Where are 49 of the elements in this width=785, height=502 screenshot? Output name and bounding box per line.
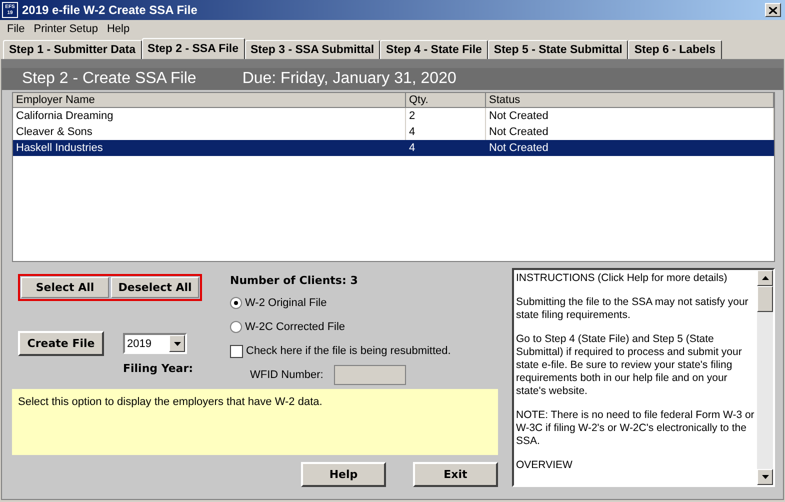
window-title: 2019 e-file W-2 Create SSA File <box>22 3 198 17</box>
menu-item[interactable]: File <box>7 23 25 35</box>
wfid-label: WFID Number: <box>250 369 324 381</box>
column-header[interactable]: Employer Name <box>13 93 406 108</box>
table-cell[interactable]: 4 <box>406 124 486 140</box>
table-cell[interactable]: Not Created <box>486 140 774 156</box>
footer-button[interactable]: Help <box>301 462 386 487</box>
create-file-button[interactable]: Create File <box>18 331 104 356</box>
checkbox[interactable] <box>230 344 243 358</box>
filing-year-label: Filing Year: <box>123 362 194 375</box>
close-button[interactable] <box>765 3 781 17</box>
table-cell[interactable]: 4 <box>406 140 486 156</box>
dropdown-arrow-icon <box>174 342 180 346</box>
tab[interactable]: Step 2 - SSA File <box>142 38 244 59</box>
radio-label: W-2C Corrected File <box>245 321 346 333</box>
close-icon <box>769 6 777 14</box>
menu-item[interactable]: Help <box>106 23 130 35</box>
scroll-up-button[interactable] <box>757 270 773 286</box>
column-header[interactable]: Status <box>486 93 774 108</box>
table-cell[interactable]: Haskell Industries <box>13 140 406 156</box>
column-header[interactable]: Qty. <box>406 93 486 108</box>
radio-button[interactable] <box>230 321 242 333</box>
scroll-down-button[interactable] <box>757 469 773 485</box>
up-arrow-icon <box>762 276 768 280</box>
tab[interactable]: Step 5 - State Submittal <box>488 40 628 59</box>
year-dropdown[interactable]: 2019 <box>123 333 187 354</box>
instructions-paragraph: Submitting the file to the SSA may not satisfy your state filing requirements. <box>516 296 750 322</box>
instructions-paragraph: Go to Step 4 (State File) and Step 5 (State Submittal) if required to process and submit your state e-file. Be sure to review your state's filing requirements both in our help file and on your state's website. <box>516 333 743 398</box>
step-title: Step 2 - Create SSA File <box>22 70 196 88</box>
footer-button[interactable]: Exit <box>413 462 498 487</box>
radio-button[interactable] <box>230 297 242 309</box>
radio-label: W-2 Original File <box>245 297 327 309</box>
down-arrow-icon <box>762 475 768 479</box>
menu-item[interactable]: Printer Setup <box>34 23 98 35</box>
tab[interactable]: Step 4 - State File <box>380 40 488 59</box>
scrollbar[interactable] <box>757 270 773 485</box>
tab[interactable]: Step 6 - Labels <box>628 40 722 59</box>
tab[interactable]: Step 3 - SSA Submittal <box>244 40 380 59</box>
select-button[interactable]: Select All <box>21 277 109 298</box>
due-date: Due: Friday, January 31, 2020 <box>242 70 456 88</box>
scroll-thumb[interactable] <box>757 286 773 312</box>
instructions-paragraph: NOTE: There is no need to file federal Form W-3 or W-3C if filing W-2's or W-2C's electronically to the SSA. <box>516 409 755 448</box>
instructions-paragraph: OVERVIEW <box>516 459 574 472</box>
checkbox-label: Check here if the file is being resubmitted. <box>246 345 451 357</box>
select-button[interactable]: Deselect All <box>111 277 199 298</box>
instructions-paragraph: INSTRUCTIONS (Click Help for more details) <box>516 272 728 285</box>
tab[interactable]: Step 1 - Submitter Data <box>3 40 142 59</box>
hint-text: Select this option to display the employers that have W-2 data. <box>12 389 498 455</box>
clients-count: Number of Clients: 3 <box>230 274 359 287</box>
